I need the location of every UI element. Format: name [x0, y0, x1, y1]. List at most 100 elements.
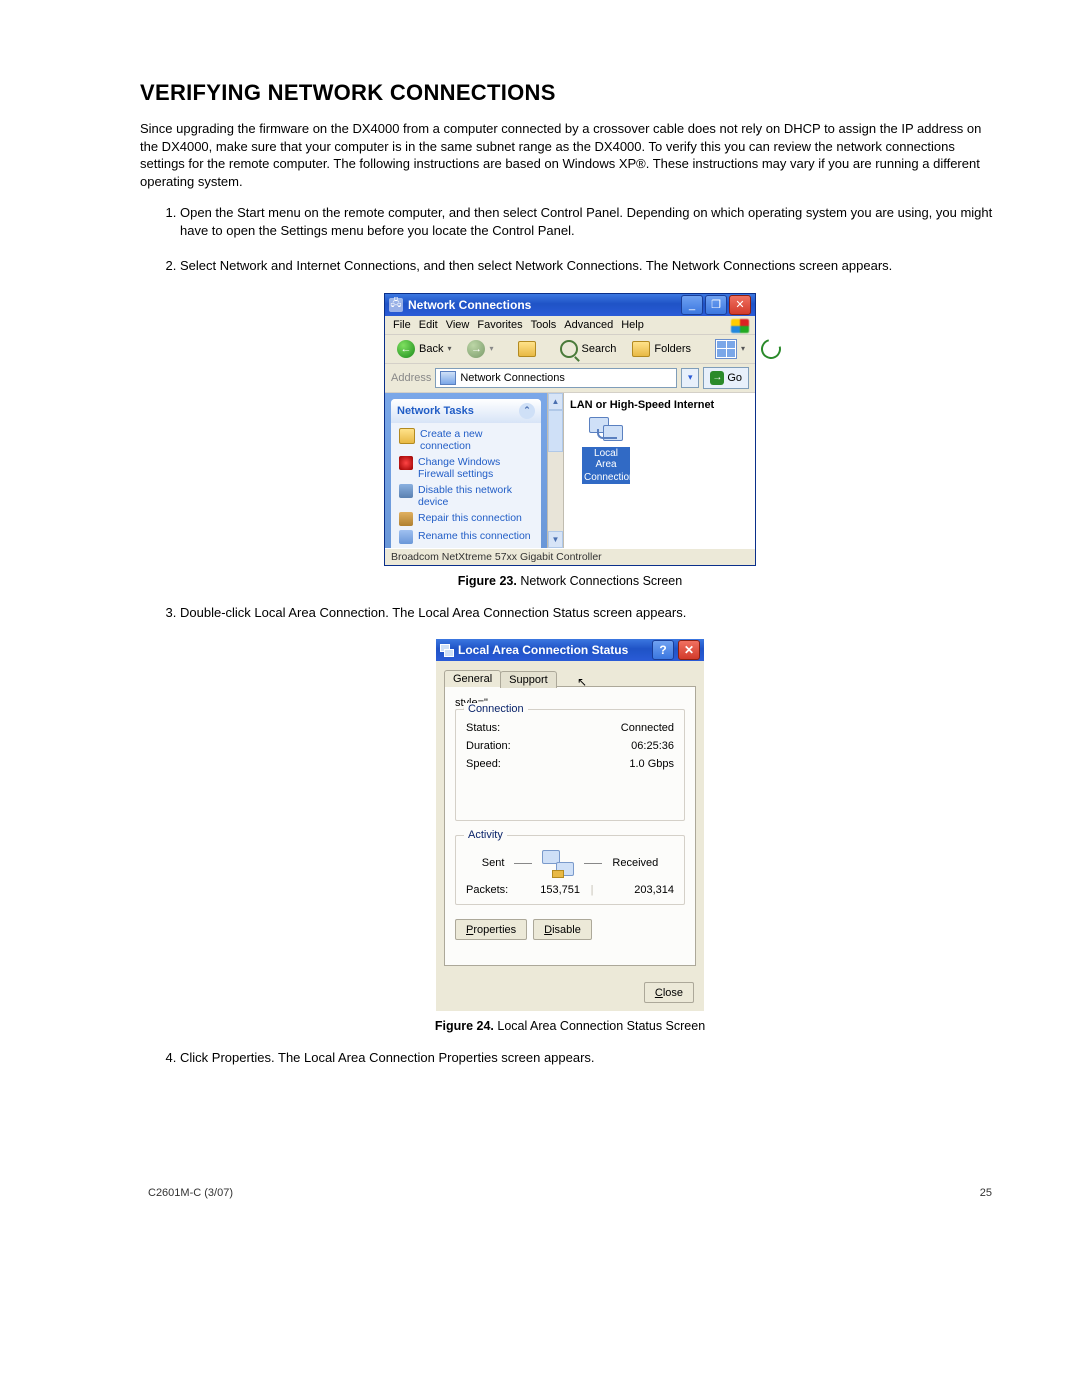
forward-arrow-icon: → [467, 340, 485, 358]
figure-24-wrap: Local Area Connection Status ? ✕ General… [140, 639, 1000, 1033]
menu-view[interactable]: View [446, 319, 470, 331]
task-create-connection[interactable]: Create a new connection [399, 428, 533, 452]
close-button[interactable]: ✕ [729, 295, 751, 315]
task-disable[interactable]: Disable this network device [399, 484, 533, 508]
step-3: Double-click Local Area Connection. The … [180, 604, 1000, 622]
tab-support[interactable]: Support [500, 671, 557, 688]
duration-value: 06:25:36 [631, 740, 674, 752]
windows-flag-icon [729, 317, 751, 335]
task-list: Create a new connection Change Windows F… [391, 423, 541, 548]
dash-icon [584, 863, 602, 864]
scroll-down-icon[interactable]: ▼ [548, 531, 563, 548]
views-icon [715, 339, 737, 359]
go-button[interactable]: → Go [703, 367, 749, 389]
task-rename[interactable]: Rename this connection [399, 530, 533, 544]
task-repair[interactable]: Repair this connection [399, 512, 533, 526]
firewall-icon [399, 456, 413, 470]
maximize-button[interactable]: ❐ [705, 295, 727, 315]
activity-icon [542, 850, 574, 876]
repair-icon [399, 512, 413, 526]
duration-label: Duration: [466, 740, 511, 752]
address-input[interactable]: Network Connections [435, 368, 677, 388]
status-label: Status: [466, 722, 500, 734]
step-4: Click Properties. The Local Area Connect… [180, 1049, 1000, 1067]
activity-row: Sent Received [466, 850, 674, 876]
search-button[interactable]: Search [554, 338, 623, 360]
network-tasks-title: Network Tasks [397, 405, 474, 417]
local-area-connection-item[interactable]: Local Area Connection [582, 417, 630, 484]
scroll-thumb[interactable] [548, 410, 563, 452]
disable-button[interactable]: Disable [533, 919, 592, 940]
folders-button[interactable]: Folders [626, 338, 697, 360]
folders-label: Folders [654, 343, 691, 355]
doc-id: C2601M-C (3/07) [148, 1187, 233, 1199]
address-dropdown[interactable]: ▾ [681, 368, 699, 388]
dialog-body: General Support style=" ↖ Connection Sta… [436, 661, 704, 974]
status-value: Connected [621, 722, 674, 734]
side-scrollbar[interactable]: ▲ ▼ [547, 393, 564, 548]
chevron-up-icon: ⌃ [519, 403, 535, 419]
activity-legend: Activity [464, 829, 507, 841]
close-button[interactable]: ✕ [678, 640, 700, 660]
menu-file[interactable]: File [393, 319, 411, 331]
menu-advanced[interactable]: Advanced [564, 319, 613, 331]
close-dialog-button[interactable]: Close [644, 982, 694, 1003]
dialog-footer: Close [436, 974, 704, 1011]
help-button[interactable]: ? [652, 640, 674, 660]
refresh-icon [757, 335, 784, 362]
views-button[interactable]: ▾ [709, 338, 751, 360]
minimize-button[interactable]: _ [681, 295, 703, 315]
address-value: Network Connections [460, 372, 565, 384]
packets-row: Packets: 153,751 | 203,314 [466, 884, 674, 896]
steps-list: Open the Start menu on the remote comput… [140, 204, 1000, 275]
back-arrow-icon: ← [397, 340, 415, 358]
speed-label: Speed: [466, 758, 501, 770]
tab-row: General Support [444, 667, 696, 687]
toolbar: ← Back ▾ → ▾ Search Folders [385, 335, 755, 364]
steps-list-cont: Double-click Local Area Connection. The … [140, 604, 1000, 622]
cable-icon [597, 429, 617, 439]
menu-favorites[interactable]: Favorites [477, 319, 522, 331]
go-label: Go [727, 372, 742, 384]
window-titlebar: 🖧 Network Connections _ ❐ ✕ [385, 294, 755, 316]
status-bar: Broadcom NetXtreme 57xx Gigabit Controll… [385, 548, 755, 565]
back-label: Back [419, 343, 443, 355]
menu-edit[interactable]: Edit [419, 319, 438, 331]
address-bar: Address Network Connections ▾ → Go [385, 364, 755, 393]
page-footer: C2601M-C (3/07) 25 [140, 1187, 1000, 1199]
refresh-button[interactable] [755, 338, 787, 360]
side-pane: Network Tasks ⌃ Create a new connection … [385, 393, 547, 548]
window-body: Network Tasks ⌃ Create a new connection … [385, 393, 755, 548]
page-number: 25 [980, 1187, 992, 1199]
network-tasks-header[interactable]: Network Tasks ⌃ [391, 399, 541, 423]
network-icon: 🖧 [389, 298, 403, 312]
folders-icon [632, 341, 650, 357]
go-arrow-icon: → [710, 371, 724, 385]
menu-tools[interactable]: Tools [531, 319, 557, 331]
figure-24-caption: Figure 24. Local Area Connection Status … [140, 1019, 1000, 1033]
figure-23-wrap: 🖧 Network Connections _ ❐ ✕ File Edit Vi… [140, 293, 1000, 588]
connection-group: Connection Status:Connected Duration:06:… [455, 709, 685, 821]
forward-button[interactable]: → ▾ [461, 338, 499, 360]
menu-help[interactable]: Help [621, 319, 644, 331]
lan-status-dialog: Local Area Connection Status ? ✕ General… [436, 639, 704, 1011]
folder-up-icon [518, 341, 536, 357]
address-label: Address [391, 372, 431, 384]
tab-general[interactable]: General [444, 670, 501, 687]
button-row: Properties Disable [455, 919, 685, 940]
scroll-up-icon[interactable]: ▲ [548, 393, 563, 410]
dash-icon [514, 863, 532, 864]
step-1: Open the Start menu on the remote comput… [180, 204, 1000, 239]
task-firewall[interactable]: Change Windows Firewall settings [399, 456, 533, 480]
properties-button[interactable]: Properties [455, 919, 527, 940]
menubar: File Edit View Favorites Tools Advanced … [385, 316, 755, 335]
forward-dropdown-icon: ▾ [489, 344, 493, 353]
up-button[interactable] [512, 338, 542, 360]
sent-label: Sent [482, 857, 505, 869]
back-button[interactable]: ← Back ▾ [391, 338, 457, 360]
connection-legend: Connection [464, 703, 528, 715]
disable-icon [399, 484, 413, 498]
search-icon [560, 340, 578, 358]
section-lan-header: LAN or High-Speed Internet [570, 399, 749, 411]
received-label: Received [612, 857, 658, 869]
